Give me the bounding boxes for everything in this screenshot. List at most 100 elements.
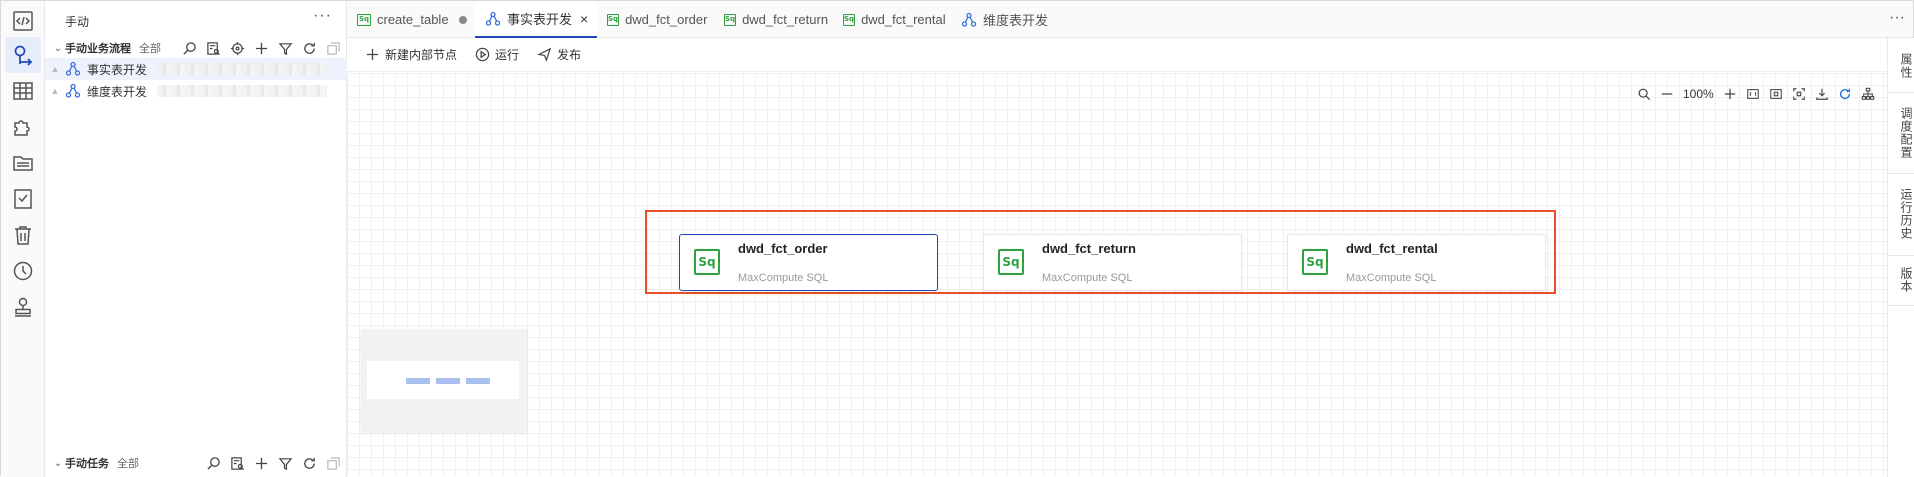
folder-icon[interactable] bbox=[5, 145, 41, 181]
node-dwd-fct-order[interactable]: Sq dwd_fct_order MaxCompute SQL bbox=[679, 234, 938, 291]
chevron-down-icon[interactable]: ⌄ bbox=[51, 458, 65, 469]
minimap-node bbox=[436, 378, 460, 384]
checklist-icon[interactable] bbox=[5, 181, 41, 217]
workflow-icon bbox=[65, 61, 81, 77]
redacted-path bbox=[157, 85, 328, 97]
chevron-down-icon[interactable]: ⌄ bbox=[51, 43, 65, 54]
sql-icon: Sq bbox=[357, 13, 371, 26]
table-icon[interactable] bbox=[5, 73, 41, 109]
explorer-panel: 手动 ··· ⌄ 手动业务流程 全部 ▲ 事实表开发 ▲ 维度表开发 ⌄ 手动任… bbox=[45, 1, 347, 477]
new-node-label: 新建内部节点 bbox=[385, 48, 458, 62]
user-stamp-icon[interactable] bbox=[5, 289, 41, 325]
workflow-icon bbox=[65, 83, 81, 99]
sql-icon: Sq bbox=[724, 13, 737, 26]
run-button[interactable]: 运行 bbox=[475, 46, 519, 63]
tab-label: dwd_fct_rental bbox=[861, 12, 946, 27]
locate-icon[interactable] bbox=[228, 39, 247, 57]
auto-layout-icon[interactable] bbox=[1859, 85, 1877, 103]
divider bbox=[1888, 255, 1914, 256]
run-label: 运行 bbox=[495, 48, 520, 62]
tab-label: 事实表开发 bbox=[507, 12, 573, 27]
tab-dwd-fct-return[interactable]: Sq dwd_fct_return bbox=[714, 1, 833, 38]
section-tools bbox=[204, 454, 343, 472]
new-node-button[interactable]: 新建内部节点 bbox=[365, 46, 457, 63]
tab-label: create_table bbox=[377, 12, 449, 27]
lock-icon: ▲ bbox=[50, 86, 60, 96]
refresh-icon[interactable] bbox=[1836, 85, 1854, 103]
filter-icon[interactable] bbox=[276, 454, 295, 472]
fit-canvas-icon[interactable] bbox=[1767, 85, 1785, 103]
publish-button[interactable]: 发布 bbox=[537, 46, 581, 63]
publish-label: 发布 bbox=[557, 48, 582, 62]
data-dev-icon[interactable] bbox=[5, 37, 41, 73]
tree-item-dim-dev[interactable]: ▲ 维度表开发 bbox=[45, 80, 347, 102]
zoom-in-icon[interactable] bbox=[1721, 85, 1739, 103]
clock-icon[interactable] bbox=[5, 253, 41, 289]
search-icon[interactable] bbox=[204, 454, 223, 472]
sql-icon: Sq bbox=[694, 249, 720, 275]
refresh-icon[interactable] bbox=[300, 39, 319, 57]
node-dwd-fct-return[interactable]: Sq dwd_fct_return MaxCompute SQL bbox=[983, 234, 1242, 291]
divider bbox=[1888, 92, 1914, 93]
editor-tabbar: Sq create_table 事实表开发 × Sq dwd_fct_order… bbox=[347, 1, 1913, 38]
right-side-panel-tabs: 属性 调度配置 运行历史 版本 bbox=[1887, 38, 1914, 477]
collapse-all-icon[interactable] bbox=[324, 454, 343, 472]
section-title: 手动任务 bbox=[65, 458, 109, 470]
workflow-icon bbox=[961, 12, 977, 28]
canvas-minimap[interactable] bbox=[361, 329, 527, 432]
component-icon[interactable] bbox=[5, 109, 41, 145]
workflow-toolbar: 新建内部节点 运行 发布 bbox=[347, 38, 1887, 72]
send-icon bbox=[537, 47, 552, 62]
node-dwd-fct-rental[interactable]: Sq dwd_fct_rental MaxCompute SQL bbox=[1287, 234, 1546, 291]
redacted-path bbox=[157, 63, 328, 75]
zoom-out-icon[interactable] bbox=[1658, 85, 1676, 103]
tab-dwd-fct-order[interactable]: Sq dwd_fct_order bbox=[597, 1, 714, 38]
section-filter-all[interactable]: 全部 bbox=[117, 455, 139, 471]
tab-fact-dev[interactable]: 事实表开发 × bbox=[475, 1, 597, 38]
doc-search-icon[interactable] bbox=[204, 39, 223, 57]
doc-search-icon[interactable] bbox=[228, 454, 247, 472]
actual-size-icon[interactable] bbox=[1744, 85, 1762, 103]
close-icon[interactable]: × bbox=[580, 11, 588, 27]
divider bbox=[1888, 305, 1914, 306]
tab-label: dwd_fct_return bbox=[742, 12, 829, 27]
trash-icon[interactable] bbox=[5, 217, 41, 253]
section-manual-tasks[interactable]: ⌄ 手动任务 全部 bbox=[45, 453, 347, 473]
search-icon[interactable] bbox=[1635, 85, 1653, 103]
tabs-more-button[interactable]: ··· bbox=[1889, 9, 1905, 27]
explorer-title: 手动 bbox=[65, 15, 90, 29]
tree-item-label: 事实表开发 bbox=[87, 62, 148, 77]
explorer-more-button[interactable]: ··· bbox=[313, 7, 332, 25]
tab-schedule-config[interactable]: 调度配置 bbox=[1888, 98, 1914, 168]
fullscreen-icon[interactable] bbox=[1790, 85, 1808, 103]
filter-icon[interactable] bbox=[276, 39, 295, 57]
app-window: 手动 ··· ⌄ 手动业务流程 全部 ▲ 事实表开发 ▲ 维度表开发 ⌄ 手动任… bbox=[0, 0, 1914, 477]
tab-create-table[interactable]: Sq create_table bbox=[347, 1, 475, 38]
tab-run-history[interactable]: 运行历史 bbox=[1888, 179, 1914, 249]
search-icon[interactable] bbox=[180, 39, 199, 57]
minimap-node bbox=[406, 378, 430, 384]
collapse-all-icon[interactable] bbox=[324, 39, 343, 57]
node-name: dwd_fct_order bbox=[738, 241, 828, 256]
divider bbox=[1888, 173, 1914, 174]
workflow-canvas[interactable]: 100% Sq dwd_fct_order MaxCompute SQL Sq … bbox=[347, 73, 1887, 476]
tree-item-fact-dev[interactable]: ▲ 事实表开发 bbox=[45, 58, 347, 80]
section-filter-all[interactable]: 全部 bbox=[139, 40, 161, 56]
tab-dim-dev[interactable]: 维度表开发 bbox=[951, 1, 1051, 38]
add-icon[interactable] bbox=[252, 39, 271, 57]
node-name: dwd_fct_return bbox=[1042, 241, 1136, 256]
tab-versions[interactable]: 版本 bbox=[1888, 260, 1914, 300]
unsaved-dot-icon bbox=[458, 15, 467, 24]
tab-properties[interactable]: 属性 bbox=[1888, 46, 1914, 86]
minimap-viewport[interactable] bbox=[367, 361, 519, 399]
add-icon[interactable] bbox=[252, 454, 271, 472]
refresh-icon[interactable] bbox=[300, 454, 319, 472]
tab-dwd-fct-rental[interactable]: Sq dwd_fct_rental bbox=[833, 1, 951, 38]
download-icon[interactable] bbox=[1813, 85, 1831, 103]
canvas-zoom-bar: 100% bbox=[1635, 83, 1877, 105]
code-icon[interactable] bbox=[5, 3, 41, 39]
section-tools bbox=[180, 39, 343, 57]
section-title: 手动业务流程 bbox=[65, 43, 131, 55]
section-manual-workflows[interactable]: ⌄ 手动业务流程 全部 bbox=[45, 38, 347, 58]
run-icon bbox=[475, 47, 490, 62]
